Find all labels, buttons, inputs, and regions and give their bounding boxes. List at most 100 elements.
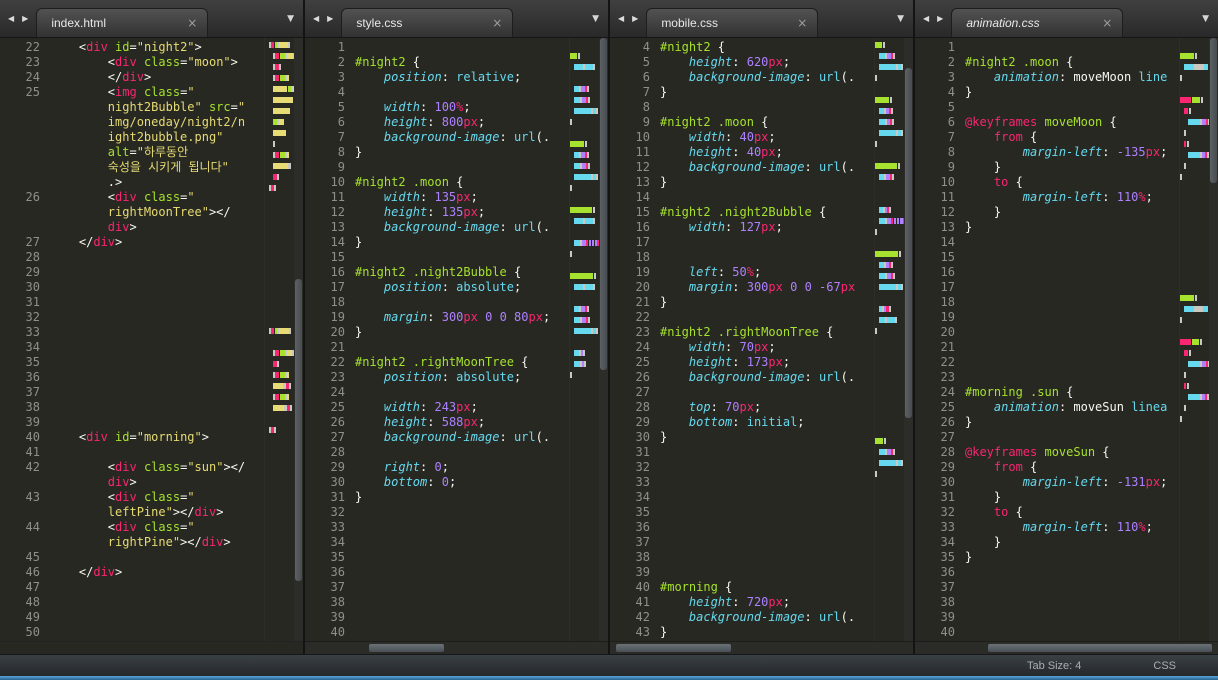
line-number (0, 205, 50, 220)
vertical-scrollbar-thumb[interactable] (295, 279, 302, 581)
tab-animation-css[interactable]: animation.css × (951, 8, 1124, 37)
horizontal-scrollbar[interactable] (0, 641, 303, 654)
code-line: 21 (305, 340, 569, 355)
horizontal-scrollbar-thumb[interactable] (616, 644, 732, 652)
line-number (0, 130, 50, 145)
minimap-line (875, 295, 904, 301)
syntax-indicator[interactable]: CSS (1153, 660, 1176, 672)
minimap-line (875, 141, 904, 147)
code-text: #night2 .rightMoonTree { (660, 325, 834, 339)
code-text: background-image: url(. (383, 220, 551, 234)
horizontal-scrollbar-thumb[interactable] (368, 644, 445, 652)
next-tab-arrow-icon[interactable]: ▶ (628, 14, 642, 23)
prev-tab-arrow-icon[interactable]: ◀ (919, 14, 933, 23)
horizontal-scrollbar[interactable] (610, 641, 913, 654)
line-number: 9 (642, 115, 650, 129)
prev-tab-arrow-icon[interactable]: ◀ (614, 14, 628, 23)
tab-label: index.html (51, 16, 107, 30)
line-number: 14 (330, 235, 345, 249)
minimap-line (875, 64, 904, 70)
next-tab-arrow-icon[interactable]: ▶ (18, 14, 32, 23)
minimap-line (265, 383, 294, 389)
pane-mobile-css: ◀ ▶ mobile.css × ▼ 4 #night2 {5 height: 6… (610, 0, 915, 654)
line-number (0, 220, 50, 235)
code-line: 47 (0, 580, 264, 595)
vertical-scrollbar[interactable] (599, 38, 608, 641)
minimap-line (875, 97, 904, 103)
minimap[interactable] (569, 38, 599, 641)
pane-style-css: ◀ ▶ style.css × ▼ 1 2 #night2 {3 position:… (305, 0, 610, 654)
vertical-scrollbar-thumb[interactable] (1210, 38, 1217, 183)
horizontal-scrollbar-thumb[interactable] (987, 644, 1212, 652)
prev-tab-arrow-icon[interactable]: ◀ (309, 14, 323, 23)
line-number: 11 (330, 190, 345, 204)
horizontal-scrollbar[interactable] (915, 641, 1218, 654)
minimap-line (570, 427, 599, 433)
line-number: 23 (635, 325, 650, 339)
minimap-line (570, 295, 599, 301)
line-number: 25 (25, 85, 40, 99)
minimap[interactable] (1179, 38, 1209, 641)
line-number: 4 (642, 40, 650, 54)
tab-size-indicator[interactable]: Tab Size: 4 (1027, 660, 1081, 672)
code-line: 33 (610, 475, 874, 490)
tab-overflow-icon[interactable]: ▼ (588, 14, 604, 24)
vertical-scrollbar-thumb[interactable] (600, 38, 607, 370)
vertical-scrollbar[interactable] (294, 38, 303, 641)
code-text: #night2 { (355, 55, 421, 69)
minimap-line (265, 251, 294, 257)
code-text: to { (993, 505, 1023, 519)
code-area[interactable]: 22 <div id="night2"> 23 <div class="moon"… (0, 38, 264, 641)
code-area[interactable]: 1 2 #night2 {3 position: relative; 4 5 width… (305, 38, 569, 641)
minimap-line (265, 328, 294, 334)
line-number: 23 (25, 55, 40, 69)
code-text: width: 243px; (383, 400, 478, 414)
line-number: 27 (635, 385, 650, 399)
code-line: 24 width: 70px; (610, 340, 874, 355)
tab-overflow-icon[interactable]: ▼ (1198, 14, 1214, 24)
code-text: @keyframes moveSun { (965, 445, 1110, 459)
code-line: div> (0, 475, 264, 490)
next-tab-arrow-icon[interactable]: ▶ (933, 14, 947, 23)
horizontal-scrollbar[interactable] (305, 641, 608, 654)
code-text: <div class=" (50, 190, 195, 204)
prev-tab-arrow-icon[interactable]: ◀ (4, 14, 18, 23)
next-tab-arrow-icon[interactable]: ▶ (323, 14, 337, 23)
line-number: 46 (25, 565, 40, 579)
vertical-scrollbar[interactable] (1209, 38, 1218, 641)
code-text: </div> (50, 565, 123, 579)
tab-style-css[interactable]: style.css × (341, 8, 514, 37)
line-number: 27 (330, 430, 345, 444)
tab-close-icon[interactable]: × (1102, 16, 1112, 30)
code-line: 21 (915, 340, 1179, 355)
minimap-line (265, 75, 294, 81)
code-area[interactable]: 1 2 #night2 .moon {3 animation: moveMoon l… (915, 38, 1179, 641)
tab-close-icon[interactable]: × (492, 16, 502, 30)
vertical-scrollbar-thumb[interactable] (905, 68, 912, 418)
tab-close-icon[interactable]: × (187, 16, 197, 30)
minimap[interactable] (874, 38, 904, 641)
line-number (0, 535, 50, 550)
code-line: .> (0, 175, 264, 190)
code-text: rightMoonTree"></ (107, 205, 231, 219)
tab-close-icon[interactable]: × (797, 16, 807, 30)
tab-mobile-css[interactable]: mobile.css × (646, 8, 819, 37)
tab-index-html[interactable]: index.html × (36, 8, 209, 37)
minimap[interactable] (264, 38, 294, 641)
line-number: 30 (940, 475, 955, 489)
tab-overflow-icon[interactable]: ▼ (893, 14, 909, 24)
vertical-scrollbar[interactable] (904, 38, 913, 641)
code-area[interactable]: 4 #night2 {5 height: 620px; 6 background-i… (610, 38, 874, 641)
tab-overflow-icon[interactable]: ▼ (283, 14, 299, 24)
code-text: position: absolute; (383, 280, 522, 294)
code-line: 34 (0, 340, 264, 355)
code-line: 27 (915, 430, 1179, 445)
line-number: 40 (635, 580, 650, 594)
